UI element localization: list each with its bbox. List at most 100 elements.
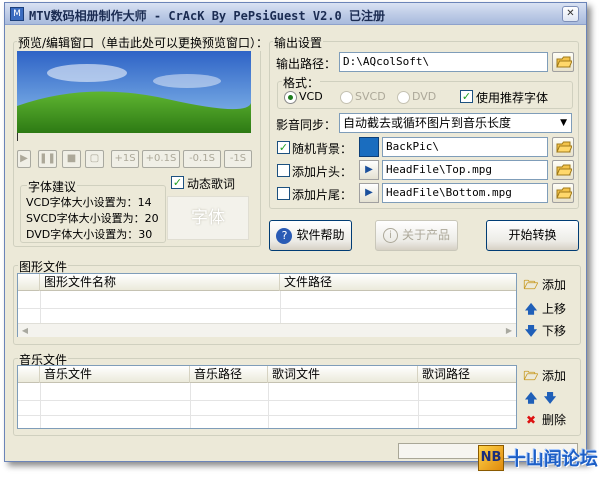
preview-label[interactable]: 预览/编辑窗口（单击此处可以更换预览窗口）： — [17, 34, 270, 51]
folder-icon — [556, 187, 572, 199]
sync-dropdown-value: 自动截去或循环图片到音乐长度 — [343, 116, 512, 130]
music-files-header: 音乐文件 音乐路径 歌词文件 歌词路径 — [18, 366, 516, 383]
music-files-col-blank — [18, 366, 40, 383]
font-tip-dvd: DVD字体大小设置为：30 — [26, 228, 153, 241]
add-tail-label: 添加片尾： — [292, 188, 353, 202]
pause-button[interactable]: ❚❚ — [38, 150, 57, 168]
scroll-left-icon[interactable]: ◀ — [18, 324, 32, 338]
arrow-up-icon: 🡅 — [524, 302, 538, 316]
music-files-list[interactable]: 音乐文件 音乐路径 歌词文件 歌词路径 — [17, 365, 517, 429]
folder-icon — [556, 56, 572, 68]
image-files-col-blank — [18, 274, 40, 291]
add-tail-checkbox[interactable] — [277, 187, 290, 200]
start-convert-button[interactable]: 开始转换 — [486, 220, 579, 251]
font-preview-box: 字体 — [167, 196, 249, 240]
image-up-label: 上移 — [542, 302, 567, 316]
bg-color-swatch[interactable] — [359, 137, 379, 157]
preview-image[interactable] — [17, 51, 251, 133]
arrow-down-icon[interactable]: 🡇 — [542, 389, 558, 410]
random-bg-field[interactable]: BackPic\ — [382, 137, 548, 157]
dynamic-lyrics-checkbox[interactable]: ✓ — [171, 176, 184, 189]
close-button[interactable]: ✕ — [562, 6, 579, 22]
app-window: M MTV数码相册制作大师 - CrAcK By PePsiGuest V2.0… — [4, 2, 587, 462]
window-title: MTV数码相册制作大师 - CrAcK By PePsiGuest V2.0 已… — [29, 9, 385, 23]
music-delete-label: 删除 — [542, 413, 567, 427]
font-tip-svcd: SVCD字体大小设置为：20 — [26, 212, 159, 225]
format-dvd-radio[interactable] — [397, 91, 410, 104]
folder-open-icon: 🗁 — [523, 369, 539, 383]
folder-open-icon: 🗁 — [523, 278, 539, 292]
head-play-button[interactable]: ▶ — [359, 160, 379, 180]
music-delete-button[interactable]: ✖ 删除 — [523, 411, 566, 428]
format-svcd-radio[interactable] — [340, 91, 353, 104]
music-add-label: 添加 — [542, 369, 567, 383]
about-button-label: 关于产品 — [401, 228, 450, 242]
watermark-badge: NB — [478, 445, 504, 471]
add-head-label: 添加片头： — [292, 165, 353, 179]
about-button[interactable]: i 关于产品 — [375, 220, 458, 251]
col-divider — [280, 291, 281, 323]
format-svcd-label: SVCD — [355, 90, 386, 103]
music-files-col-path[interactable]: 音乐路径 — [190, 366, 268, 383]
scroll-right-icon[interactable]: ▶ — [502, 324, 516, 338]
add-tail-browse-button[interactable] — [552, 183, 574, 203]
format-vcd-radio[interactable] — [284, 91, 297, 104]
folder-icon — [556, 141, 572, 153]
music-add-button[interactable]: 🗁 添加 — [523, 367, 566, 388]
plus-1s-button[interactable]: +1S — [111, 150, 139, 168]
sync-dropdown[interactable]: 自动截去或循环图片到音乐长度 ▼ — [339, 113, 572, 133]
image-down-button[interactable]: 🡇 下移 — [523, 322, 566, 343]
add-tail-field[interactable]: HeadFile\Bottom.mpg — [382, 183, 548, 203]
help-button-label: 软件帮助 — [296, 228, 345, 242]
arrow-up-icon[interactable]: 🡅 — [523, 389, 539, 410]
output-path-field[interactable]: D:\AQcolSoft\ — [339, 52, 548, 72]
random-bg-label: 随机背景： — [292, 142, 353, 156]
row-divider — [18, 400, 516, 401]
image-up-button[interactable]: 🡅 上移 — [523, 300, 566, 321]
info-icon: i — [382, 228, 398, 243]
play-button[interactable]: ▶ — [17, 150, 31, 168]
col-divider — [40, 291, 41, 323]
stop-button[interactable]: ■ — [62, 150, 81, 168]
output-path-label: 输出路径： — [276, 57, 337, 71]
random-bg-checkbox[interactable]: ✓ — [277, 141, 290, 154]
image-files-hscroll[interactable]: ◀ ▶ — [18, 323, 516, 337]
help-button[interactable]: ? 软件帮助 — [269, 220, 352, 251]
format-label: 格式： — [282, 74, 321, 91]
delete-icon: ✖ — [525, 413, 537, 427]
random-bg-browse-button[interactable] — [552, 137, 574, 157]
tail-play-button[interactable]: ▶ — [359, 183, 379, 203]
add-head-browse-button[interactable] — [552, 160, 574, 180]
image-add-button[interactable]: 🗁 添加 — [523, 276, 566, 297]
output-settings-title: 输出设置 — [273, 34, 324, 51]
minus-1s-button[interactable]: -1S — [224, 150, 252, 168]
folder-icon — [556, 164, 572, 176]
col-divider — [418, 383, 419, 428]
row-divider — [18, 308, 516, 309]
output-path-browse-button[interactable] — [552, 52, 574, 72]
app-icon: M — [10, 7, 24, 21]
timeline-marker[interactable] — [17, 133, 18, 141]
minus-01s-button[interactable]: -0.1S — [183, 150, 221, 168]
music-files-col-file[interactable]: 音乐文件 — [40, 366, 190, 383]
music-files-col-lyric-file[interactable]: 歌词文件 — [268, 366, 418, 383]
new-page-button[interactable]: ▢ — [85, 150, 104, 168]
image-files-col-path[interactable]: 文件路径 — [280, 274, 516, 291]
music-files-col-lyric-path[interactable]: 歌词路径 — [418, 366, 516, 383]
music-move-buttons: 🡅 🡇 — [523, 389, 561, 410]
chevron-down-icon: ▼ — [560, 118, 567, 128]
row-divider — [18, 415, 516, 416]
sync-label: 影音同步： — [276, 118, 337, 132]
image-files-list[interactable]: 图形文件名称 文件路径 ◀ ▶ — [17, 273, 517, 337]
recommend-font-checkbox[interactable]: ✓ — [460, 90, 473, 103]
add-head-field[interactable]: HeadFile\Top.mpg — [382, 160, 548, 180]
plus-01s-button[interactable]: +0.1S — [142, 150, 180, 168]
image-down-label: 下移 — [542, 324, 567, 338]
title-bar: M MTV数码相册制作大师 - CrAcK By PePsiGuest V2.0… — [5, 3, 586, 25]
image-add-label: 添加 — [542, 278, 567, 292]
preview-landscape — [17, 51, 251, 133]
dynamic-lyrics-label: 动态歌词 — [187, 177, 236, 191]
image-files-col-name[interactable]: 图形文件名称 — [40, 274, 280, 291]
col-divider — [268, 383, 269, 428]
add-head-checkbox[interactable] — [277, 164, 290, 177]
